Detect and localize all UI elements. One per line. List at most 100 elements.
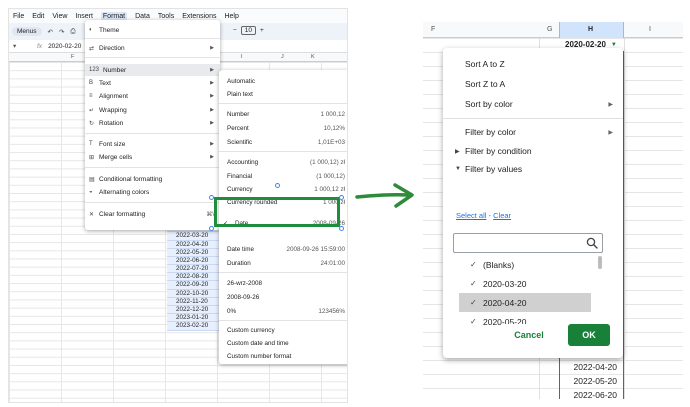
menu-insert[interactable]: Insert xyxy=(75,13,93,20)
chevron-right-icon: ▶ xyxy=(210,93,214,99)
value-label: (Blanks) xyxy=(483,259,515,270)
date-cell[interactable]: 2022-04-20 xyxy=(167,240,219,249)
format-menu-item-merge-cells[interactable]: ⊞ Merge cells ▶ xyxy=(85,151,220,163)
undo-icon[interactable]: ↶ xyxy=(48,28,53,36)
number-format-currency[interactable]: Currency 1 000,12 zł xyxy=(227,183,345,195)
name-box[interactable]: ▾ xyxy=(9,42,33,50)
print-icon[interactable]: ⎙ xyxy=(70,28,75,36)
column-header-g[interactable]: G xyxy=(547,26,552,33)
list-scrollbar[interactable] xyxy=(598,256,602,269)
font-size-decrease-button[interactable]: − xyxy=(233,27,237,34)
format-menu-item-conditional-formatting[interactable]: ▤ Conditional formatting xyxy=(85,173,220,185)
date-cell[interactable]: 2022-09-20 xyxy=(167,281,219,290)
menu-data[interactable]: Data xyxy=(135,13,150,20)
number-format-example: 123456% xyxy=(318,307,345,315)
menu-help[interactable]: Help xyxy=(224,13,238,20)
column-header-i[interactable]: I xyxy=(649,26,651,33)
number-format-number[interactable]: Number 1 000,12 xyxy=(227,108,345,120)
number-format-custom-number[interactable]: Custom number format xyxy=(227,350,345,362)
date-cell[interactable]: 2022-12-20 xyxy=(167,306,219,315)
filter-by-values-option[interactable]: Filter by values xyxy=(465,164,522,174)
search-icon[interactable] xyxy=(586,237,598,249)
cancel-button[interactable]: Cancel xyxy=(503,324,555,346)
ok-button[interactable]: OK xyxy=(568,324,610,346)
selection-handle[interactable] xyxy=(275,183,280,188)
date-cell[interactable]: 2022-03-20 xyxy=(167,232,219,241)
sort-z-to-a-option[interactable]: Sort Z to A xyxy=(465,79,505,89)
date-cell[interactable]: 2022-04-20 xyxy=(574,362,617,372)
number-format-example: (1 000,12) xyxy=(316,172,345,180)
column-headers: F G H I xyxy=(423,22,683,38)
format-menu: ◐ Theme ⇄ Direction ▶ 123 Number ▶ B Tex… xyxy=(85,20,220,230)
number-format-percent-custom[interactable]: 0% 123456% xyxy=(227,305,345,317)
font-size-input[interactable]: 10 xyxy=(240,26,257,35)
date-cell[interactable]: 2022-08-20 xyxy=(167,273,219,282)
format-menu-item-direction[interactable]: ⇄ Direction ▶ xyxy=(85,42,220,54)
filter-icon[interactable]: ▼ xyxy=(611,42,617,48)
chevron-down-icon[interactable]: ▼ xyxy=(455,166,461,172)
menu-edit[interactable]: Edit xyxy=(32,13,44,20)
format-menu-item-text[interactable]: B Text ▶ xyxy=(85,77,220,89)
filter-by-color-option[interactable]: Filter by color xyxy=(465,127,516,137)
number-format-automatic[interactable]: Automatic xyxy=(227,75,345,87)
column-header-j[interactable]: J xyxy=(281,54,284,60)
date-cell[interactable]: 2022-10-20 xyxy=(167,289,219,298)
number-format-financial[interactable]: Financial (1 000,12) xyxy=(227,170,345,182)
number-format-accounting[interactable]: Accounting (1 000,12) zł xyxy=(227,156,345,168)
number-format-percent[interactable]: Percent 10,12% xyxy=(227,122,345,134)
date-cell[interactable]: 2022-11-20 xyxy=(167,297,219,306)
selection-handle[interactable] xyxy=(339,195,344,200)
selection-handle[interactable] xyxy=(209,195,214,200)
date-cell[interactable]: 2022-07-20 xyxy=(167,265,219,274)
column-header-k[interactable]: K xyxy=(311,54,315,60)
selection-handle[interactable] xyxy=(339,226,344,231)
list-item[interactable]: ✓ 2020-03-20 xyxy=(459,274,591,293)
number-format-scientific[interactable]: Scientific 1,01E+03 xyxy=(227,136,345,148)
format-menu-item-font-size[interactable]: T Font size ▶ xyxy=(85,138,220,150)
formula-value[interactable]: 2020-02-20 xyxy=(48,43,81,50)
format-menu-item-theme[interactable]: ◐ Theme xyxy=(85,24,220,36)
sort-a-to-z-option[interactable]: Sort A to Z xyxy=(465,59,505,69)
font-size-increase-button[interactable]: + xyxy=(260,27,264,34)
format-menu-item-alternating-colors[interactable]: ◒ Alternating colors xyxy=(85,186,220,198)
redo-icon[interactable]: ↷ xyxy=(59,28,64,36)
date-cell[interactable]: 2022-06-20 xyxy=(167,256,219,266)
select-all-link[interactable]: Select all xyxy=(456,211,486,220)
number-icon: 123 xyxy=(89,67,100,73)
date-cell[interactable]: 2022-05-20 xyxy=(574,376,617,386)
number-format-custom-date-2[interactable]: 2008-09-26 xyxy=(227,291,345,303)
filter-by-condition-option[interactable]: Filter by condition xyxy=(465,146,532,156)
sort-by-color-option[interactable]: Sort by color xyxy=(465,99,513,109)
list-item-selected[interactable]: ✓ 2020-04-20 xyxy=(459,293,591,312)
wrapping-icon: ↵ xyxy=(89,107,95,114)
date-cell[interactable]: 2023-01-20 xyxy=(167,314,219,323)
menu-extensions[interactable]: Extensions xyxy=(182,13,216,20)
date-cell[interactable]: 2023-02-20 xyxy=(167,322,219,331)
column-header-f[interactable]: F xyxy=(71,54,74,60)
date-cell[interactable]: 2022-05-20 xyxy=(167,248,219,257)
number-format-custom-date-1[interactable]: 26-wrz-2008 xyxy=(227,277,345,289)
number-format-date-time[interactable]: Date time 2008-09-26 15:59:00 xyxy=(227,243,345,255)
value-search-input[interactable] xyxy=(454,236,579,255)
column-header-f[interactable]: F xyxy=(431,26,435,33)
list-item[interactable]: ✓ (Blanks) xyxy=(459,255,591,274)
menus-search-button[interactable]: Menus xyxy=(12,27,42,36)
date-cell[interactable]: 2022-06-20 xyxy=(574,390,617,399)
chevron-right-icon[interactable]: ▶ xyxy=(455,148,460,155)
number-format-custom-currency[interactable]: Custom currency xyxy=(227,324,345,336)
number-format-plain-text[interactable]: Plain text xyxy=(227,88,345,100)
column-header-h[interactable]: H xyxy=(588,26,593,33)
menu-tools[interactable]: Tools xyxy=(158,13,174,20)
selection-handle[interactable] xyxy=(209,226,214,231)
menu-view[interactable]: View xyxy=(52,13,67,20)
column-header-i[interactable]: I xyxy=(241,54,243,60)
number-format-duration[interactable]: Duration 24:01:00 xyxy=(227,257,345,269)
format-menu-item-rotation[interactable]: ↻ Rotation ▶ xyxy=(85,117,220,129)
menu-file[interactable]: File xyxy=(13,13,24,20)
format-menu-item-wrapping[interactable]: ↵ Wrapping ▶ xyxy=(85,104,220,116)
number-format-custom-date-time[interactable]: Custom date and time xyxy=(227,337,345,349)
format-menu-item-alignment[interactable]: ≡ Alignment ▶ xyxy=(85,90,220,102)
format-menu-item-number[interactable]: 123 Number ▶ xyxy=(85,64,220,76)
clear-link[interactable]: Clear xyxy=(493,211,511,220)
format-menu-item-clear-formatting[interactable]: ✕ Clear formatting ⌘\ xyxy=(85,208,220,220)
